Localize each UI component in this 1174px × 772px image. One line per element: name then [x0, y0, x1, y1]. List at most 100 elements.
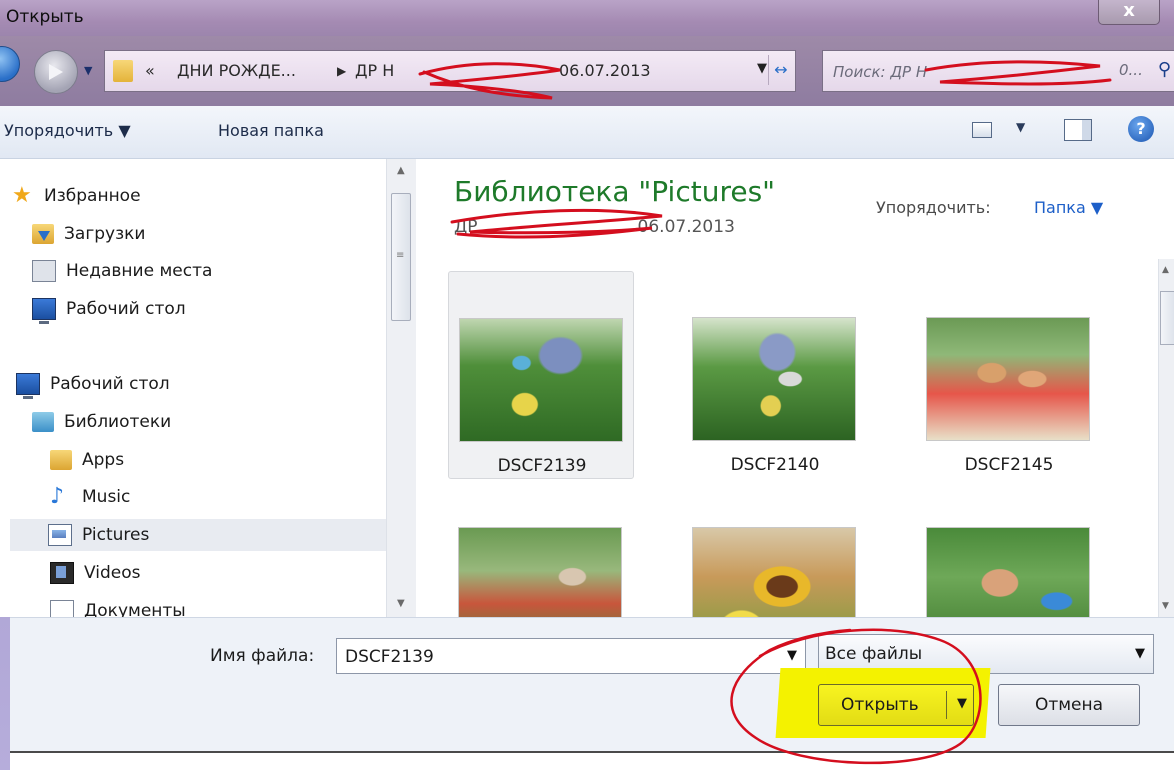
nav-music-label: Music: [82, 487, 131, 507]
content-scrollbar[interactable]: ▲ ▼: [1158, 259, 1174, 617]
nav-pictures-label: Pictures: [82, 525, 150, 545]
refresh-icon[interactable]: ↔: [768, 55, 793, 85]
filename-input[interactable]: [343, 644, 767, 670]
new-folder-button[interactable]: Новая папка: [218, 121, 324, 140]
scroll-up-icon[interactable]: ▲: [1162, 265, 1169, 275]
window-title: Открыть: [6, 7, 84, 27]
filetype-dropdown-icon[interactable]: ▼: [1135, 646, 1145, 661]
nav-favorites[interactable]: ★ Избранное: [12, 180, 141, 212]
open-button-divider: [946, 691, 947, 719]
view-icon[interactable]: [972, 122, 992, 138]
breadcrumb-folder-date[interactable]: 06.07.2013: [559, 61, 651, 80]
file-tile[interactable]: DSCF2145: [916, 271, 1102, 479]
forward-button[interactable]: [34, 50, 78, 94]
nav-favorites-label: Избранное: [44, 186, 141, 206]
nav-downloads-label: Загрузки: [64, 224, 146, 244]
open-button-label: Открыть: [841, 695, 919, 715]
photo-thumbnail: [458, 527, 622, 617]
file-tile[interactable]: [448, 481, 634, 617]
breadcrumb-folder-start[interactable]: ДР Н: [355, 61, 394, 80]
filename-dropdown-icon[interactable]: ▼: [787, 648, 797, 663]
nav-music[interactable]: ♪ Music: [50, 481, 130, 513]
nav-desktop-favorite[interactable]: Рабочий стол: [32, 293, 186, 325]
search-field[interactable]: 0... ⚲: [822, 50, 1174, 92]
open-button[interactable]: Открыть ▼: [818, 684, 974, 726]
dialog-footer: Имя файла: ▼ Все файлы ▼ Открыть ▼ Отмен…: [10, 617, 1174, 752]
photo-thumbnail: [459, 318, 623, 442]
photo-thumbnail: [692, 527, 856, 617]
folder-icon: [113, 60, 133, 82]
library-subtitle: ДР 06.07.2013: [454, 217, 735, 237]
grip-icon: ≡: [396, 250, 405, 261]
file-tile[interactable]: DSCF2139: [448, 271, 634, 479]
nav-desktop[interactable]: Рабочий стол: [16, 368, 170, 400]
close-button[interactable]: x: [1098, 0, 1160, 25]
scroll-up-icon[interactable]: ▲: [397, 165, 405, 176]
nav-pictures[interactable]: Pictures: [10, 519, 386, 551]
nav-documents-label: Документы: [84, 601, 186, 617]
nav-apps[interactable]: Apps: [50, 444, 124, 476]
libraries-icon: [32, 412, 54, 432]
library-subtitle-prefix: ДР: [454, 217, 478, 237]
nav-desktop-favorite-label: Рабочий стол: [66, 299, 186, 319]
nav-libraries-label: Библиотеки: [64, 412, 172, 432]
downloads-folder-icon: [32, 224, 54, 244]
address-bar[interactable]: « ДНИ РОЖДЕ... ▶ ДР Н 06.07.2013 ▼ ↔: [104, 50, 796, 92]
photo-thumbnail: [926, 317, 1090, 441]
bottom-edge: [10, 751, 1174, 772]
scroll-down-icon[interactable]: ▼: [1162, 601, 1169, 611]
search-placeholder-tail: 0...: [1119, 61, 1143, 79]
file-name: DSCF2145: [964, 455, 1054, 475]
recent-places-icon: [32, 260, 56, 282]
nav-videos-label: Videos: [84, 563, 141, 583]
view-dropdown-icon[interactable]: ▼: [1016, 120, 1025, 134]
file-tile[interactable]: DSCF2140: [682, 271, 868, 479]
nav-downloads[interactable]: Загрузки: [32, 218, 145, 250]
navigation-pane: ★ Избранное Загрузки Недавние места Рабо…: [0, 159, 386, 617]
nav-desktop-label: Рабочий стол: [50, 374, 170, 394]
nav-videos[interactable]: Videos: [50, 557, 141, 589]
content-scroll-thumb[interactable]: [1160, 291, 1174, 345]
desktop-icon: [32, 298, 56, 324]
nav-recent-label: Недавние места: [66, 261, 213, 281]
search-input[interactable]: [831, 59, 1135, 85]
desktop-icon: [16, 373, 40, 399]
preview-pane-icon[interactable]: [1064, 119, 1092, 141]
nav-recent[interactable]: Недавние места: [32, 255, 212, 287]
photo-thumbnail: [926, 527, 1090, 617]
filetype-value: Все файлы: [825, 644, 923, 664]
nav-libraries[interactable]: Библиотеки: [32, 406, 171, 438]
search-icon[interactable]: ⚲: [1158, 59, 1171, 80]
file-name: DSCF2139: [497, 456, 587, 476]
cancel-button[interactable]: Отмена: [998, 684, 1140, 726]
help-icon[interactable]: ?: [1128, 116, 1154, 142]
library-subtitle-date: 06.07.2013: [637, 217, 735, 237]
file-tile[interactable]: [682, 481, 868, 617]
file-name: DSCF2140: [730, 455, 820, 475]
address-prefix[interactable]: «: [145, 61, 155, 80]
command-toolbar: Упорядочить ▼ Новая папка ▼ ?: [0, 106, 1174, 159]
nav-apps-label: Apps: [82, 450, 125, 470]
file-tile[interactable]: [916, 481, 1102, 617]
nav-scroll-thumb[interactable]: ≡: [391, 193, 411, 321]
open-options-icon[interactable]: ▼: [957, 696, 967, 711]
filename-label: Имя файла:: [210, 646, 315, 666]
address-dropdown-icon[interactable]: ▼: [757, 61, 767, 76]
arrange-by-label: Упорядочить:: [876, 198, 991, 217]
nav-documents[interactable]: Документы: [50, 595, 186, 617]
cancel-button-label: Отмена: [1034, 695, 1104, 715]
title-bar: Открыть x: [0, 0, 1174, 36]
arrange-by-dropdown[interactable]: Папка ▼: [1034, 198, 1103, 217]
nav-scrollbar[interactable]: ▲ ≡ ▼: [386, 159, 417, 617]
photo-thumbnail: [692, 317, 856, 441]
folder-icon: [50, 450, 72, 470]
organize-button[interactable]: Упорядочить ▼: [4, 121, 131, 140]
breadcrumb-separator-icon: ▶: [337, 64, 347, 78]
scroll-down-icon[interactable]: ▼: [397, 598, 405, 609]
filename-combobox[interactable]: ▼: [336, 638, 806, 674]
history-dropdown-icon[interactable]: ▼: [84, 64, 92, 77]
library-title: Библиотека "Pictures": [454, 175, 776, 208]
breadcrumb-birthdays[interactable]: ДНИ РОЖДЕ...: [177, 61, 296, 80]
music-icon: ♪: [50, 484, 65, 509]
file-list-area: Библиотека "Pictures" ДР 06.07.2013 Упоря…: [416, 159, 1158, 617]
